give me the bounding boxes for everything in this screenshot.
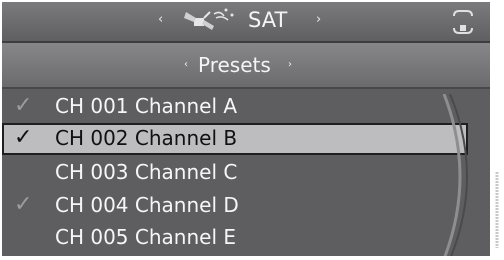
presets-next-arrow[interactable]: › [288, 59, 292, 70]
source-label: SAT [248, 8, 288, 32]
preset-label: CH 004 Channel D [55, 193, 239, 217]
preset-row-3[interactable]: CH 003 Channel C [2, 157, 490, 189]
check-icon: ✓ [14, 125, 33, 150]
preset-row-1[interactable]: ✓ CH 001 Channel A [2, 91, 490, 123]
check-icon: ✓ [14, 93, 33, 118]
presets-header[interactable]: ‹ Presets › [2, 43, 490, 89]
preset-list: ✓ CH 001 Channel A ✓ CH 002 Channel B CH… [2, 89, 490, 256]
preset-row-5[interactable]: CH 005 Channel E [2, 222, 490, 254]
image-code-mark [495, 172, 499, 248]
scroll-arc[interactable] [442, 94, 488, 256]
preset-row-2-selected[interactable]: ✓ CH 002 Channel B [2, 123, 468, 155]
source-next-arrow[interactable]: › [316, 12, 321, 27]
check-icon: ✓ [14, 192, 33, 217]
preset-row-4[interactable]: ✓ CH 004 Channel D [2, 190, 490, 222]
presets-prev-arrow[interactable]: ‹ [184, 59, 188, 70]
preset-label: CH 005 Channel E [55, 225, 236, 249]
preset-label: CH 003 Channel C [55, 160, 238, 184]
options-icon[interactable] [448, 8, 478, 36]
source-header: ‹ SAT › [2, 2, 490, 43]
source-prev-arrow[interactable]: ‹ [158, 12, 163, 27]
satellite-icon [184, 8, 234, 30]
preset-label: CH 001 Channel A [55, 94, 238, 118]
preset-label: CH 002 Channel B [55, 126, 238, 150]
radio-screen: ‹ SAT › ‹ Presets › ✓ CH 001 Channel A ✓… [2, 2, 490, 256]
presets-title: Presets [198, 53, 271, 77]
